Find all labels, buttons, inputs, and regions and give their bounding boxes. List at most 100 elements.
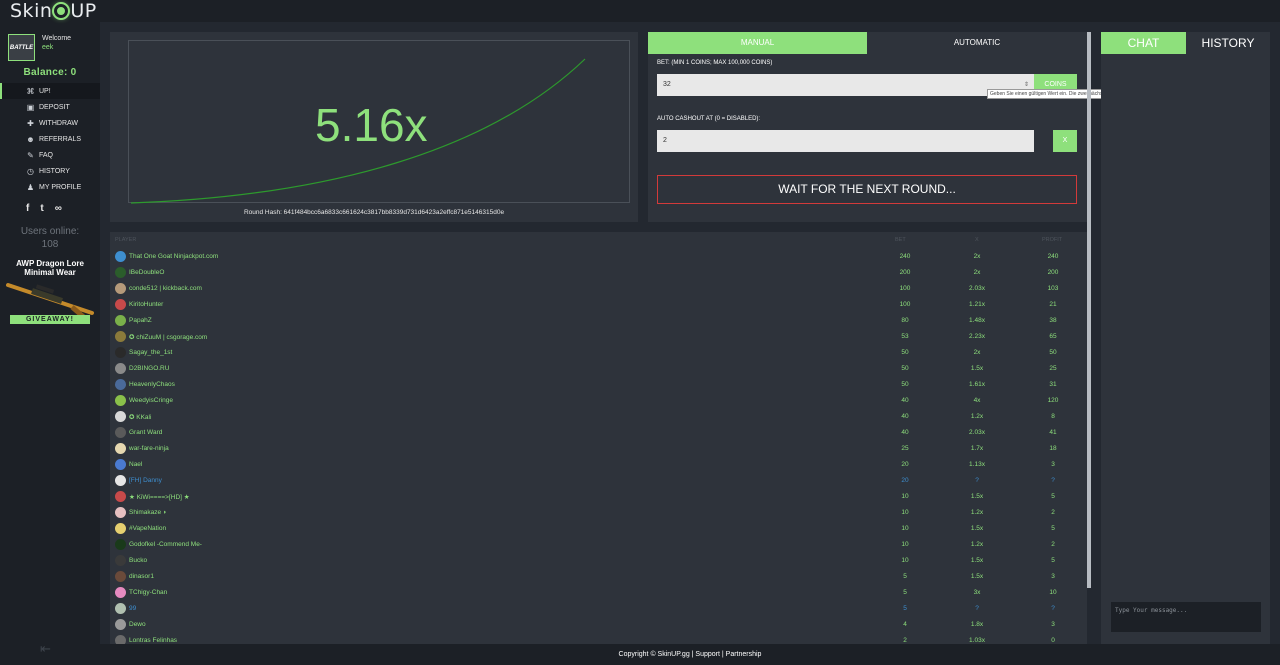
chat-message-input[interactable]: Type Your message... <box>1111 602 1261 632</box>
player-avatar[interactable] <box>115 539 126 550</box>
sidebar-item-label: UP! <box>39 87 51 95</box>
profit-value: 120 <box>1047 397 1059 404</box>
player-name[interactable]: #VapeNation <box>129 525 166 532</box>
profit-value: 8 <box>1051 413 1055 420</box>
table-row: TChigy-Chan 5 3x 10 <box>110 585 1087 601</box>
avatar[interactable]: BATTLE <box>8 34 35 61</box>
player-name[interactable]: IBeDoubleO <box>129 269 164 276</box>
player-name[interactable]: That One Goat Ninjackpot.com <box>129 253 218 260</box>
player-avatar[interactable] <box>115 523 126 534</box>
social-links: f t ∞ <box>26 203 62 214</box>
multiplier-cell: ? <box>975 605 979 612</box>
player-name[interactable]: Grant Ward <box>129 429 162 436</box>
player-avatar[interactable] <box>115 411 126 422</box>
bet-value: 5 <box>903 605 907 612</box>
tab-automatic[interactable]: AUTOMATIC <box>867 32 1087 54</box>
player-avatar[interactable] <box>115 459 126 470</box>
player-avatar[interactable] <box>115 395 126 406</box>
sidebar-item-my-profile[interactable]: ♟ MY PROFILE <box>0 179 100 195</box>
player-avatar[interactable] <box>115 555 126 566</box>
player-name[interactable]: ✪ chiZuuM | csgorage.com <box>129 333 207 341</box>
bet-value: 20 <box>901 477 909 484</box>
tab-history[interactable]: HISTORY <box>1186 32 1270 54</box>
player-avatar[interactable] <box>115 475 126 486</box>
player-avatar[interactable] <box>115 331 126 342</box>
twitter-icon[interactable]: t <box>40 203 43 214</box>
player-name[interactable]: Lontras Felinhas <box>129 637 177 644</box>
profit-value: 3 <box>1051 461 1055 468</box>
promo-banner[interactable]: AWP Dragon Lore Minimal Wear GIVEAWAY! <box>2 259 98 324</box>
player-avatar[interactable] <box>115 587 126 598</box>
player-avatar[interactable] <box>115 427 126 438</box>
player-name[interactable]: WeedyisCringe <box>129 397 173 404</box>
player-name[interactable]: conde512 | kickback.com <box>129 285 202 292</box>
sidebar-item-referrals[interactable]: ☻ REFERRALS <box>0 131 100 147</box>
multiplier-cell: 4x <box>973 397 981 404</box>
player-avatar[interactable] <box>115 635 126 644</box>
user-icon: ♟ <box>26 182 35 192</box>
player-avatar[interactable] <box>115 363 126 374</box>
profit-value: ? <box>1051 477 1055 484</box>
steam-icon[interactable]: ∞ <box>55 203 62 214</box>
bet-amount-input[interactable]: 32 ⇕ <box>657 74 1034 96</box>
player-avatar[interactable] <box>115 603 126 614</box>
player-name[interactable]: war-fare-ninja <box>129 445 169 452</box>
player-avatar[interactable] <box>115 347 126 358</box>
giveaway-button[interactable]: GIVEAWAY! <box>10 315 90 324</box>
facebook-icon[interactable]: f <box>26 203 29 214</box>
logout-icon[interactable]: ⇤ <box>40 641 56 656</box>
player-avatar[interactable] <box>115 443 126 454</box>
table-row: WeedyisCringe 40 4x 120 <box>110 393 1087 409</box>
player-name[interactable]: KiritoHunter <box>129 301 163 308</box>
player-name[interactable]: Dewo <box>129 621 146 628</box>
gamepad-icon: ⌘ <box>26 86 35 96</box>
sidebar-item-faq[interactable]: ✎ FAQ <box>0 147 100 163</box>
player-name[interactable]: ★ KiWi====>[HD] ★ <box>129 493 190 501</box>
multiplier-cell: 1.13x <box>969 461 985 468</box>
auto-cashout-input[interactable]: 2 <box>657 130 1034 152</box>
player-avatar[interactable] <box>115 507 126 518</box>
player-avatar[interactable] <box>115 251 126 262</box>
player-name[interactable]: ✪ KKali <box>129 413 151 421</box>
cashout-x-button[interactable]: X <box>1053 130 1077 152</box>
tab-chat[interactable]: CHAT <box>1101 32 1186 54</box>
multiplier-cell: 1.5x <box>970 573 984 580</box>
player-avatar[interactable] <box>115 283 126 294</box>
player-name[interactable]: Sagay_the_1st <box>129 349 172 356</box>
player-name[interactable]: PapahZ <box>129 317 152 324</box>
profit-value: 5 <box>1051 525 1055 532</box>
player-avatar[interactable] <box>115 619 126 630</box>
sidebar-item-history[interactable]: ◷ HISTORY <box>0 163 100 179</box>
player-avatar[interactable] <box>115 379 126 390</box>
bet-value: 4 <box>903 621 907 628</box>
wrench-icon: ✎ <box>27 150 34 160</box>
wait-next-round-button[interactable]: WAIT FOR THE NEXT ROUND... <box>657 175 1077 204</box>
player-name[interactable]: [FH] Danny <box>129 477 162 484</box>
bet-value: 80 <box>901 317 909 324</box>
player-avatar[interactable] <box>115 315 126 326</box>
player-name[interactable]: Nael <box>129 461 142 468</box>
player-name[interactable]: Bucko <box>129 557 147 564</box>
player-name[interactable]: dinasor1 <box>129 573 154 580</box>
player-avatar[interactable] <box>115 267 126 278</box>
player-name[interactable]: D2BINGO.RU <box>129 365 169 372</box>
sidebar-item-withdraw[interactable]: ✚ WITHDRAW <box>0 115 100 131</box>
player-name[interactable]: 99 <box>129 605 136 612</box>
player-name[interactable]: Shimakaze ◗ <box>129 509 167 516</box>
sidebar-item-up[interactable]: ⌘ UP! <box>0 83 100 99</box>
users-online: Users online: 108 <box>0 225 100 251</box>
player-name[interactable]: TChigy-Chan <box>129 589 167 596</box>
player-name[interactable]: Godofkel -Commend Me- <box>129 541 202 548</box>
bet-value: 100 <box>899 285 911 292</box>
profit-value: 5 <box>1051 557 1055 564</box>
logo[interactable]: Skin UP <box>10 0 97 22</box>
player-avatar[interactable] <box>115 299 126 310</box>
tab-manual[interactable]: MANUAL <box>648 32 867 54</box>
player-avatar[interactable] <box>115 491 126 502</box>
player-name[interactable]: HeavenlyChaos <box>129 381 175 388</box>
sidebar: Skin UP BATTLE Welcome eek Balance: 0 ⌘ UP… <box>0 0 100 665</box>
player-avatar[interactable] <box>115 571 126 582</box>
profit-value: 103 <box>1047 285 1059 292</box>
scrollbar[interactable] <box>1087 32 1091 588</box>
sidebar-item-deposit[interactable]: ▣ DEPOSIT <box>0 99 100 115</box>
